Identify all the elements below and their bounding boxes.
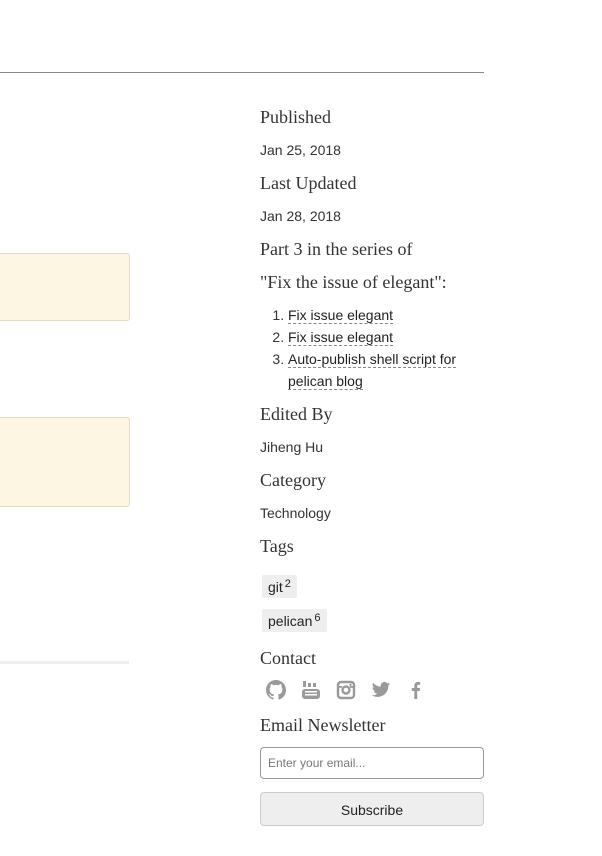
series-list: Fix issue elegant Fix issue elegant Auto… <box>260 304 488 392</box>
series-heading-name: "Fix the issue of elegant": <box>260 272 447 292</box>
published-heading: Published <box>260 107 332 127</box>
facebook-icon[interactable] <box>406 680 426 700</box>
newsletter-heading: Email Newsletter <box>260 715 386 735</box>
youtube-icon[interactable] <box>301 680 321 700</box>
series-item: Fix issue elegant <box>288 304 488 326</box>
instagram-icon[interactable] <box>336 680 356 700</box>
tags-heading: Tags <box>260 536 294 556</box>
category-value: Technology <box>260 505 331 521</box>
last-updated-heading: Last Updated <box>260 173 357 193</box>
tag-count: 6 <box>314 612 321 624</box>
edited-by-heading: Edited By <box>260 404 333 424</box>
subscribe-button[interactable]: Subscribe <box>260 792 484 826</box>
published-date: Jan 25, 2018 <box>260 142 341 158</box>
series-item: Fix issue elegant <box>288 326 488 348</box>
twitter-icon[interactable] <box>371 680 391 700</box>
series-heading: Part 3 in the series of <box>260 239 413 259</box>
tag-label: pelican <box>268 613 313 629</box>
series-item: Auto-publish shell script for pelican bl… <box>288 348 488 392</box>
content-note-box <box>0 253 130 321</box>
series-link[interactable]: Auto-publish shell script for pelican bl… <box>288 351 457 390</box>
header-divider <box>0 72 484 73</box>
tag-pelican[interactable]: pelican 6 <box>262 609 327 632</box>
category-heading: Category <box>260 470 326 490</box>
editor-name: Jiheng Hu <box>260 439 324 455</box>
github-icon[interactable] <box>266 680 287 700</box>
tag-count: 2 <box>284 578 291 590</box>
tag-git[interactable]: git 2 <box>262 575 297 598</box>
content-note-box <box>0 417 130 507</box>
content-divider <box>0 661 129 664</box>
contact-heading: Contact <box>260 648 316 668</box>
series-link[interactable]: Fix issue elegant <box>288 307 394 324</box>
email-input[interactable] <box>260 747 484 779</box>
last-updated-date: Jan 28, 2018 <box>260 208 341 224</box>
series-link[interactable]: Fix issue elegant <box>288 329 394 346</box>
tag-label: git <box>268 579 283 595</box>
